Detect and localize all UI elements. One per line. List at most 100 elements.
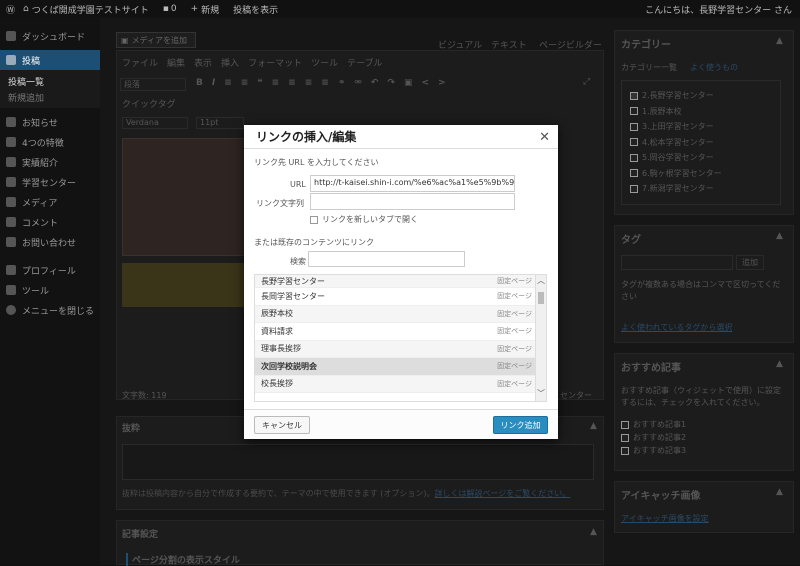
new-link[interactable]: 新規 [201,3,219,16]
add-media-button[interactable]: ▣ メディアを追加 [116,32,196,48]
result-row[interactable]: 資料請求 固定ページ [255,323,546,341]
recommend-checkbox[interactable] [621,420,629,429]
menu-profile[interactable]: プロフィール [0,260,100,280]
menu-collapse[interactable]: メニューを閉じる [0,300,100,320]
result-row[interactable]: 長野学習センター 固定ページ [255,275,546,288]
menu-dashboard[interactable]: ダッシュボード [0,26,100,46]
category-item[interactable]: 1.辰野本校 [630,104,780,120]
tab-popular-categories[interactable]: よく使うもの [690,62,738,73]
menu-file[interactable]: ファイル [122,56,158,69]
result-row[interactable]: 長岡学習センター 固定ページ [255,288,546,306]
font-family-select[interactable]: Verdana [122,117,188,129]
excerpt-help-link[interactable]: 詳しくは解説ページをご覧ください。 [434,489,570,498]
menu-edit[interactable]: 編集 [167,56,185,69]
recommend-checkbox[interactable] [621,446,629,455]
toggle-arrow-icon[interactable]: ▲ [776,36,783,46]
numbered-list-icon[interactable]: ≡ [241,78,258,88]
align-center-icon[interactable]: ≡ [288,78,305,88]
recommend-item[interactable]: おすすめ記事1 [621,418,686,431]
result-row[interactable]: 辰野本校 固定ページ [255,305,546,323]
result-row[interactable]: 校長挨拶 固定ページ [255,375,546,393]
submenu-all-posts[interactable]: 投稿一覧 [0,73,100,89]
menu-contact[interactable]: お問い合わせ [0,232,100,252]
plus-icon[interactable]: + [191,4,199,14]
results-scrollbar[interactable]: ︿ ﹀ [535,275,546,401]
add-link-button[interactable]: リンク追加 [493,416,548,434]
cancel-button[interactable]: キャンセル [254,416,310,434]
unlink-icon[interactable]: ⚮ [354,78,371,88]
category-item[interactable]: 3.上田学習センター [630,119,780,135]
format-select[interactable]: 段落 [120,78,186,91]
excerpt-textarea[interactable] [122,444,594,480]
category-checkbox[interactable] [630,169,638,177]
link-text-input[interactable] [310,193,515,210]
code-icon[interactable]: <> [422,78,455,88]
image-icon[interactable]: ▣ [404,78,422,88]
menu-view[interactable]: 表示 [194,56,212,69]
category-checkbox[interactable] [630,91,638,100]
italic-icon[interactable]: I [212,78,224,88]
menu-media[interactable]: メディア [0,192,100,212]
new-tab-option[interactable]: リンクを新しいタブで開く [310,214,418,225]
menu-centers[interactable]: 学習センター [0,172,100,192]
chevron-up-icon[interactable]: ︿ [536,275,546,286]
category-checkbox[interactable] [630,138,638,146]
align-right-icon[interactable]: ≡ [305,78,322,88]
category-item[interactable]: 2.長野学習センター [630,88,780,104]
scrollbar-thumb[interactable] [538,292,544,304]
tag-add-button[interactable]: 追加 [736,255,764,270]
recommend-checkbox[interactable] [621,433,629,442]
result-row-selected[interactable]: 次回学校説明会 固定ページ [255,358,546,376]
menu-tools[interactable]: ツール [0,280,100,300]
comment-icon[interactable]: ▪ [163,4,169,14]
category-checkbox[interactable] [630,122,638,131]
link-icon[interactable]: ⚭ [338,78,355,88]
fullscreen-icon[interactable]: ⤢ [583,77,590,87]
toggle-arrow-icon[interactable]: ▲ [776,487,783,497]
submenu-add-new[interactable]: 新規追加 [0,89,100,105]
wordpress-icon[interactable]: Ⓦ [6,3,15,16]
chevron-down-icon[interactable]: ﹀ [536,388,546,399]
tab-all-categories[interactable]: カテゴリー一覧 [621,62,677,73]
menu-features[interactable]: 4つの特徴 [0,132,100,152]
view-post-link[interactable]: 投稿を表示 [233,3,278,16]
menu-table[interactable]: テーブル [347,56,382,69]
comment-count[interactable]: 0 [171,4,177,14]
category-item[interactable]: 4.松本学習センター [630,135,780,151]
category-item[interactable]: 5.岡谷学習センター [630,150,780,166]
category-checkbox[interactable] [630,184,638,193]
recommend-item[interactable]: おすすめ記事3 [621,444,686,457]
toggle-arrow-icon[interactable]: ▲ [776,231,783,241]
popular-tags-link[interactable]: よく使われているタグから選択 [621,322,732,333]
toggle-arrow-icon[interactable]: ▲ [590,527,597,537]
menu-results[interactable]: 実績紹介 [0,152,100,172]
quick-tag-select[interactable]: クイックタグ [122,97,176,110]
menu-tools[interactable]: ツール [311,56,338,69]
tag-input[interactable] [621,255,733,270]
search-input[interactable] [308,251,465,267]
align-left-icon[interactable]: ≡ [272,78,289,88]
font-size-select[interactable]: 11pt [196,117,244,129]
menu-format[interactable]: フォーマット [248,56,302,69]
account-greeting[interactable]: こんにちは、長野学習センター さん [645,3,792,16]
new-tab-checkbox[interactable] [310,215,318,224]
redo-icon[interactable]: ↷ [387,78,404,88]
recommend-item[interactable]: おすすめ記事2 [621,431,686,444]
category-item[interactable]: 7.新潟学習センター [630,181,780,197]
close-icon[interactable]: ✕ [539,130,550,145]
list-icon[interactable]: ≡ [224,78,241,88]
set-eyecatch-link[interactable]: アイキャッチ画像を設定 [621,513,709,524]
url-input[interactable]: http://t-kaisei.shin-i.com/%e6%ac%a1%e5%… [310,175,515,192]
bold-icon[interactable]: B [196,78,212,88]
site-name-link[interactable]: つくば開成学園テストサイト [32,3,149,16]
category-checkbox[interactable] [630,107,638,115]
undo-icon[interactable]: ↶ [371,78,388,88]
category-checkbox[interactable] [630,153,638,162]
category-item[interactable]: 6.駒ヶ根学習センター [630,166,780,182]
menu-insert[interactable]: 挿入 [221,56,239,69]
align-justify-icon[interactable]: ≡ [321,78,338,88]
menu-comments[interactable]: コメント [0,212,100,232]
menu-posts[interactable]: 投稿 [0,50,100,70]
menu-news[interactable]: お知らせ [0,112,100,132]
toggle-arrow-icon[interactable]: ▲ [590,421,597,431]
